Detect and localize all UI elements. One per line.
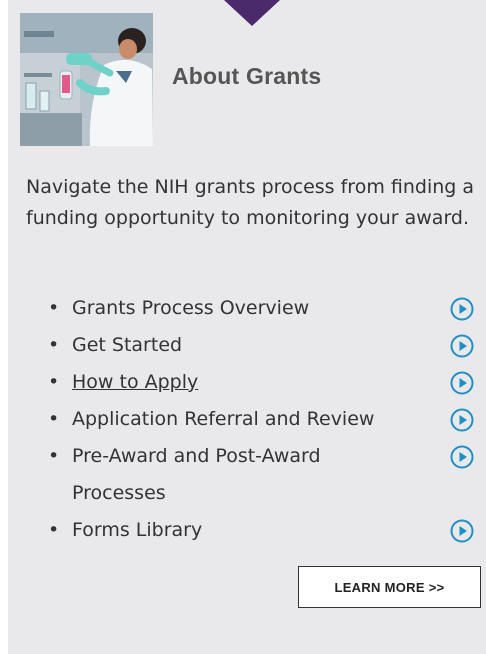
bullet-dot-icon: •	[48, 334, 60, 356]
play-circle-icon[interactable]	[450, 445, 474, 469]
bullet-dot-icon: •	[48, 371, 60, 393]
learn-more-button[interactable]: LEARN MORE >>	[298, 566, 481, 608]
bullet-dot-icon: •	[48, 297, 60, 319]
link-forms-library[interactable]: Forms Library	[72, 512, 417, 549]
list-item: • Get Started	[48, 327, 486, 364]
link-grants-process-overview[interactable]: Grants Process Overview	[72, 290, 417, 327]
play-circle-icon[interactable]	[450, 297, 474, 321]
list-item: • Application Referral and Review	[48, 401, 486, 438]
play-circle-icon[interactable]	[450, 408, 474, 432]
about-grants-card: About Grants Navigate the NIH grants pro…	[8, 0, 486, 654]
card-description: Navigate the NIH grants process from fin…	[26, 176, 475, 229]
bullet-dot-icon: •	[48, 519, 60, 541]
card-header: About Grants	[20, 13, 470, 146]
bullet-dot-icon: •	[48, 408, 60, 430]
list-item: • How to Apply	[48, 364, 486, 401]
play-circle-icon[interactable]	[450, 371, 474, 395]
link-application-referral-and-review[interactable]: Application Referral and Review	[72, 401, 417, 438]
link-how-to-apply[interactable]: How to Apply	[72, 364, 417, 401]
link-pre-award-and-post-award-processes[interactable]: Pre-Award and Post-Award Processes	[72, 438, 417, 512]
grants-link-list: • Grants Process Overview • Get Started …	[48, 290, 486, 549]
list-item: • Grants Process Overview	[48, 290, 486, 327]
bullet-dot-icon: •	[48, 445, 60, 467]
list-item: • Forms Library	[48, 512, 486, 549]
card-title: About Grants	[172, 63, 322, 89]
link-get-started[interactable]: Get Started	[72, 327, 417, 364]
list-item: • Pre-Award and Post-Award Processes	[48, 438, 486, 512]
scientist-lab-photo	[20, 13, 153, 146]
play-circle-icon[interactable]	[450, 334, 474, 358]
play-circle-icon[interactable]	[450, 519, 474, 543]
